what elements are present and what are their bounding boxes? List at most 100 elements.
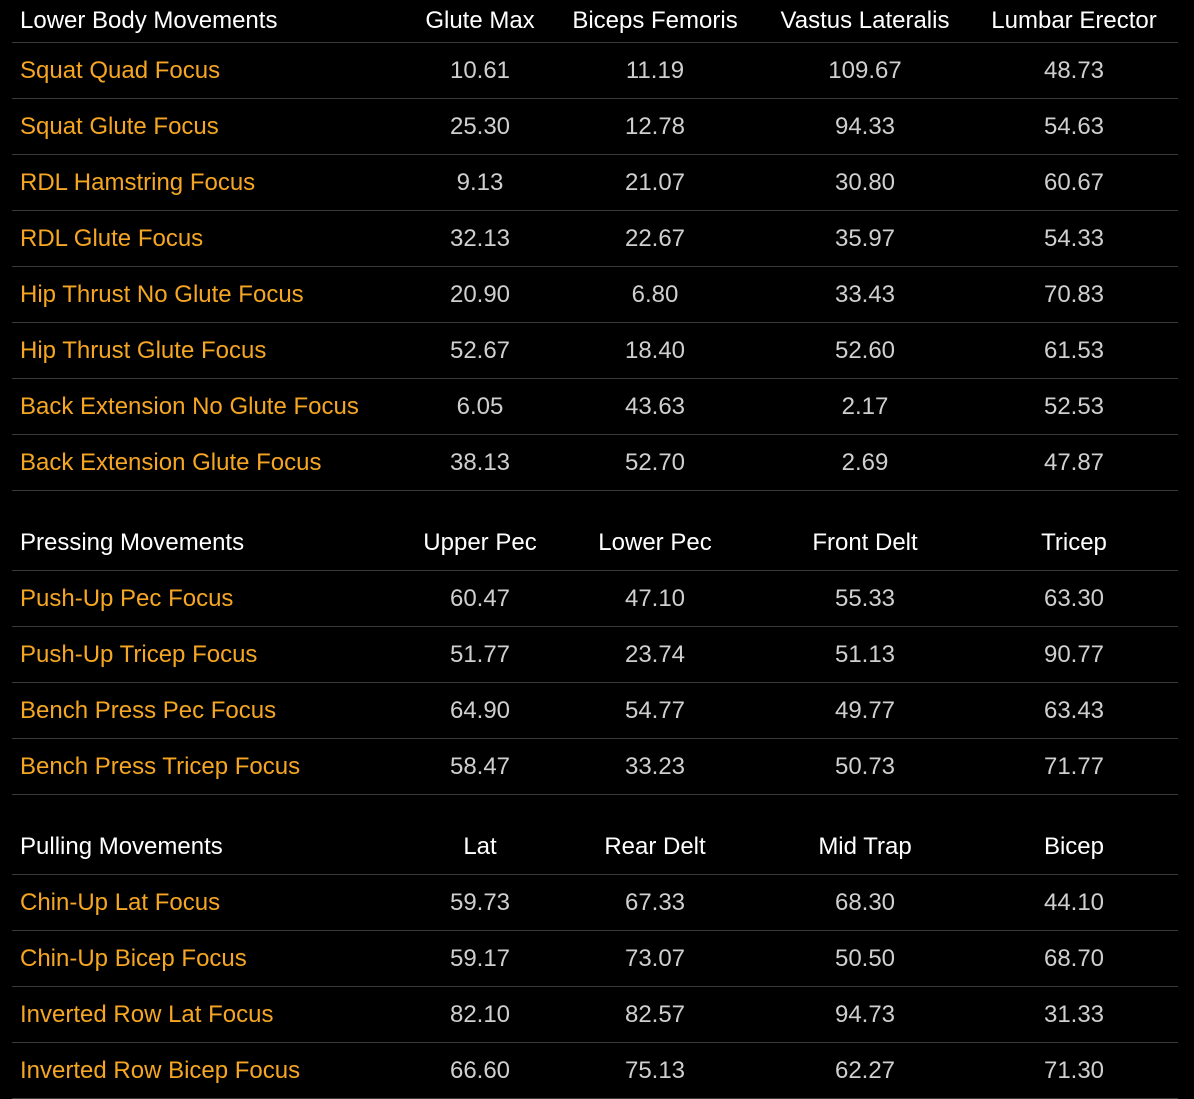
movement-name: Push-Up Tricep Focus xyxy=(20,640,258,668)
value-cell: 49.77 xyxy=(834,696,896,724)
section-title: Pulling Movements xyxy=(20,832,223,860)
value-cell: 30.80 xyxy=(834,168,896,196)
value-cell: 54.63 xyxy=(1043,112,1105,140)
value-cell: 64.90 xyxy=(449,696,511,724)
value-cell: 23.74 xyxy=(624,640,686,668)
value-cell: 32.13 xyxy=(449,224,511,252)
table-row: Hip Thrust No Glute Focus 20.90 6.80 33.… xyxy=(12,267,1178,323)
table-row: Squat Quad Focus 10.61 11.19 109.67 48.7… xyxy=(12,43,1178,99)
value-cell: 51.77 xyxy=(449,640,511,668)
table-header: Pressing Movements Upper Pec Lower Pec F… xyxy=(12,515,1178,571)
value-cell: 60.67 xyxy=(1043,168,1105,196)
emg-tables: Lower Body Movements Glute Max Biceps Fe… xyxy=(12,0,1178,1099)
table-row: Bench Press Tricep Focus 58.47 33.23 50.… xyxy=(12,739,1178,795)
column-header: Lower Pec xyxy=(598,528,712,556)
value-cell: 43.63 xyxy=(624,392,686,420)
table-row: Chin-Up Bicep Focus 59.17 73.07 50.50 68… xyxy=(12,931,1178,987)
movement-name: Back Extension No Glute Focus xyxy=(20,392,359,420)
table-row: Push-Up Pec Focus 60.47 47.10 55.33 63.3… xyxy=(12,571,1178,627)
value-cell: 50.50 xyxy=(834,944,896,972)
value-cell: 54.33 xyxy=(1043,224,1105,252)
movement-name: Bench Press Pec Focus xyxy=(20,696,277,724)
table-row: Hip Thrust Glute Focus 52.67 18.40 52.60… xyxy=(12,323,1178,379)
value-cell: 73.07 xyxy=(624,944,686,972)
movement-name: RDL Glute Focus xyxy=(20,224,204,252)
value-cell: 62.27 xyxy=(834,1056,896,1084)
movement-name: Push-Up Pec Focus xyxy=(20,584,234,612)
movement-name: Inverted Row Bicep Focus xyxy=(20,1056,301,1084)
value-cell: 2.69 xyxy=(841,448,889,476)
value-cell: 31.33 xyxy=(1043,1000,1105,1028)
value-cell: 48.73 xyxy=(1043,56,1105,84)
value-cell: 2.17 xyxy=(841,392,889,420)
movement-name: RDL Hamstring Focus xyxy=(20,168,256,196)
value-cell: 71.30 xyxy=(1043,1056,1105,1084)
value-cell: 22.67 xyxy=(624,224,686,252)
movement-name: Back Extension Glute Focus xyxy=(20,448,322,476)
table-row: Push-Up Tricep Focus 51.77 23.74 51.13 9… xyxy=(12,627,1178,683)
value-cell: 33.23 xyxy=(624,752,686,780)
value-cell: 33.43 xyxy=(834,280,896,308)
value-cell: 20.90 xyxy=(449,280,511,308)
value-cell: 6.80 xyxy=(631,280,679,308)
value-cell: 60.47 xyxy=(449,584,511,612)
column-header: Rear Delt xyxy=(604,832,706,860)
movement-name: Chin-Up Bicep Focus xyxy=(20,944,247,972)
value-cell: 52.70 xyxy=(624,448,686,476)
value-cell: 51.13 xyxy=(834,640,896,668)
value-cell: 54.77 xyxy=(624,696,686,724)
value-cell: 35.97 xyxy=(834,224,896,252)
column-header: Lat xyxy=(463,832,497,860)
movement-name: Squat Glute Focus xyxy=(20,112,219,140)
column-header: Glute Max xyxy=(425,7,535,34)
table-row: Squat Glute Focus 25.30 12.78 94.33 54.6… xyxy=(12,99,1178,155)
value-cell: 52.67 xyxy=(449,336,511,364)
value-cell: 25.30 xyxy=(449,112,511,140)
value-cell: 21.07 xyxy=(624,168,686,196)
table-header: Pulling Movements Lat Rear Delt Mid Trap… xyxy=(12,819,1178,875)
lower-body-table: Lower Body Movements Glute Max Biceps Fe… xyxy=(12,0,1178,491)
value-cell: 59.73 xyxy=(449,888,511,916)
value-cell: 68.70 xyxy=(1043,944,1105,972)
value-cell: 11.19 xyxy=(625,56,685,84)
value-cell: 10.61 xyxy=(449,56,511,84)
column-header: Tricep xyxy=(1041,528,1107,556)
value-cell: 82.57 xyxy=(624,1000,686,1028)
column-header: Lumbar Erector xyxy=(991,7,1157,34)
value-cell: 38.13 xyxy=(449,448,511,476)
column-header: Upper Pec xyxy=(423,528,537,556)
section-title: Lower Body Movements xyxy=(20,7,278,34)
value-cell: 47.10 xyxy=(624,584,686,612)
section-title: Pressing Movements xyxy=(20,528,245,556)
table-row: Bench Press Pec Focus 64.90 54.77 49.77 … xyxy=(12,683,1178,739)
movement-name: Inverted Row Lat Focus xyxy=(20,1000,274,1028)
value-cell: 70.83 xyxy=(1043,280,1105,308)
value-cell: 63.30 xyxy=(1043,584,1105,612)
value-cell: 58.47 xyxy=(449,752,511,780)
movement-name: Hip Thrust Glute Focus xyxy=(20,336,267,364)
table-header: Lower Body Movements Glute Max Biceps Fe… xyxy=(12,0,1178,43)
column-header: Bicep xyxy=(1043,832,1105,860)
value-cell: 52.53 xyxy=(1043,392,1105,420)
table-row: Inverted Row Bicep Focus 66.60 75.13 62.… xyxy=(12,1043,1178,1099)
value-cell: 59.17 xyxy=(449,944,511,972)
value-cell: 94.73 xyxy=(834,1000,896,1028)
column-header: Front Delt xyxy=(812,528,918,556)
pulling-table: Pulling Movements Lat Rear Delt Mid Trap… xyxy=(12,819,1178,1099)
value-cell: 66.60 xyxy=(449,1056,511,1084)
value-cell: 12.78 xyxy=(624,112,686,140)
table-row: RDL Glute Focus 32.13 22.67 35.97 54.33 xyxy=(12,211,1178,267)
value-cell: 67.33 xyxy=(624,888,686,916)
table-row: RDL Hamstring Focus 9.13 21.07 30.80 60.… xyxy=(12,155,1178,211)
value-cell: 90.77 xyxy=(1043,640,1105,668)
value-cell: 18.40 xyxy=(624,336,686,364)
value-cell: 52.60 xyxy=(834,336,896,364)
table-row: Back Extension Glute Focus 38.13 52.70 2… xyxy=(12,435,1178,491)
value-cell: 44.10 xyxy=(1043,888,1105,916)
pressing-table: Pressing Movements Upper Pec Lower Pec F… xyxy=(12,515,1178,795)
movement-name: Bench Press Tricep Focus xyxy=(20,752,301,780)
value-cell: 82.10 xyxy=(449,1000,511,1028)
movement-name: Hip Thrust No Glute Focus xyxy=(20,280,304,308)
value-cell: 47.87 xyxy=(1043,448,1105,476)
table-row: Back Extension No Glute Focus 6.05 43.63… xyxy=(12,379,1178,435)
